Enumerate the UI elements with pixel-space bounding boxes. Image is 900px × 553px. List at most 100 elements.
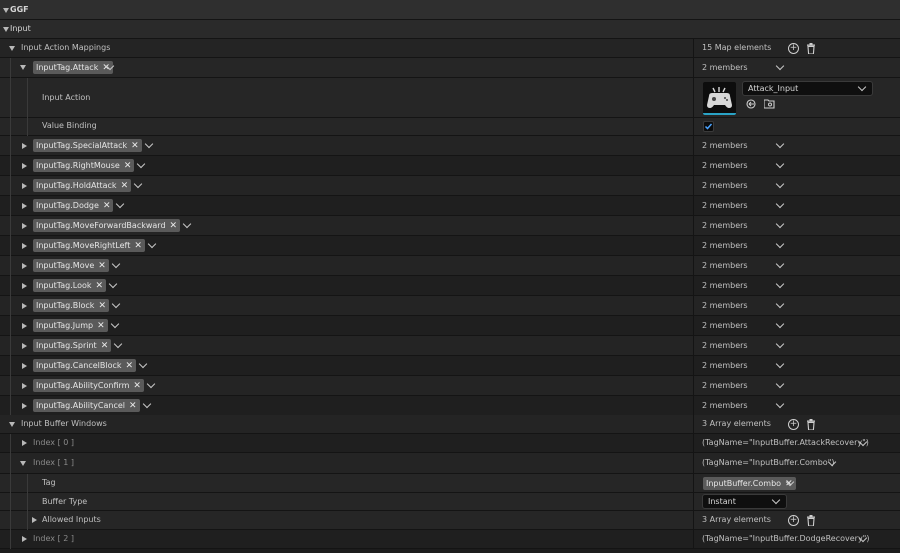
category-input[interactable]: Input [0,20,900,39]
tag-chip[interactable]: InputTag.Look ✕ [33,279,107,293]
close-icon[interactable]: ✕ [101,340,109,353]
chevron-down-icon[interactable] [775,279,785,289]
expand-arrow-icon[interactable] [9,46,15,51]
chevron-down-icon[interactable] [182,219,192,229]
chevron-down-icon[interactable] [775,139,785,149]
chevron-down-icon[interactable] [775,399,785,409]
chevron-down-icon[interactable] [775,319,785,329]
tag-chip[interactable]: InputTag.Attack ✕ [33,61,113,74]
collapse-arrow-icon[interactable] [3,27,9,32]
chevron-down-icon[interactable] [775,299,785,309]
tag-chip-label: InputTag.Sprint [36,341,97,350]
chevron-down-icon[interactable] [775,359,785,369]
buffer-type-select[interactable]: Instant [702,494,787,509]
tag-chip[interactable]: InputTag.AbilityConfirm ✕ [33,379,144,392]
add-icon[interactable]: + [788,515,799,526]
expand-arrow-icon[interactable] [22,303,27,309]
close-icon[interactable]: ✕ [124,160,132,173]
chevron-down-icon[interactable] [775,239,785,249]
expand-arrow-icon[interactable] [22,203,27,209]
array-count: 3 Array elements [702,419,771,428]
chevron-down-icon[interactable] [775,199,785,209]
tag-chip[interactable]: InputTag.Dodge ✕ [33,199,114,213]
tag-chip[interactable]: InputTag.AbilityCancel ✕ [33,399,140,412]
add-icon[interactable]: + [788,43,799,54]
close-icon[interactable]: ✕ [170,220,178,233]
chevron-down-icon[interactable] [142,399,152,409]
trash-icon[interactable] [806,43,816,54]
expand-arrow-icon[interactable] [9,422,15,427]
expand-arrow-icon[interactable] [20,65,26,70]
close-icon[interactable]: ✕ [98,260,106,273]
chevron-down-icon[interactable] [111,299,121,309]
close-icon[interactable]: ✕ [96,280,104,293]
expand-arrow-icon[interactable] [22,163,27,169]
tag-chip[interactable]: InputTag.MoveRightLeft ✕ [33,239,145,252]
chevron-down-icon[interactable] [138,359,148,369]
tag-chip[interactable]: InputTag.CancelBlock ✕ [33,359,137,373]
chevron-down-icon[interactable] [147,239,157,249]
expand-arrow-icon[interactable] [22,536,27,542]
chevron-down-icon[interactable] [775,61,785,71]
expand-arrow-icon[interactable] [22,263,27,269]
tag-chip[interactable]: InputTag.HoldAttack ✕ [33,179,132,193]
collapse-arrow-icon[interactable] [3,8,9,13]
tag-chip[interactable]: InputTag.Sprint ✕ [33,339,112,353]
tag-chip[interactable]: InputTag.Jump ✕ [33,319,108,332]
chevron-down-icon[interactable] [146,379,156,389]
chevron-down-icon[interactable] [775,259,785,269]
expand-arrow-icon[interactable] [32,517,37,523]
chevron-down-icon[interactable] [133,179,143,189]
close-icon[interactable]: ✕ [129,400,137,413]
close-icon[interactable]: ✕ [134,240,142,253]
chevron-down-icon[interactable] [775,179,785,189]
expand-arrow-icon[interactable] [20,461,26,466]
browse-icon[interactable] [764,99,775,109]
expand-arrow-icon[interactable] [22,403,27,409]
expand-arrow-icon[interactable] [22,243,27,249]
close-icon[interactable]: ✕ [121,180,129,193]
chevron-down-icon[interactable] [775,339,785,349]
chevron-down-icon[interactable] [775,219,785,229]
tag-chip[interactable]: InputTag.Move ✕ [33,259,109,272]
tag-chip[interactable]: InputTag.Block ✕ [33,299,109,312]
expand-arrow-icon[interactable] [22,323,27,329]
expand-arrow-icon[interactable] [22,440,27,446]
expand-arrow-icon[interactable] [22,283,27,289]
expand-arrow-icon[interactable] [22,343,27,349]
value-binding-checkbox[interactable] [703,121,714,132]
chevron-down-icon[interactable] [110,319,120,329]
chevron-down-icon[interactable] [775,159,785,169]
chevron-down-icon[interactable] [113,339,123,349]
add-icon[interactable]: + [788,419,799,430]
asset-thumbnail[interactable] [703,82,736,115]
tag-chip[interactable]: InputTag.MoveForwardBackward ✕ [33,219,181,233]
expand-arrow-icon[interactable] [22,183,27,189]
category-ggf[interactable]: GGF [0,0,900,20]
expand-arrow-icon[interactable] [22,383,27,389]
trash-icon[interactable] [806,419,816,430]
close-icon[interactable]: ✕ [126,360,134,373]
close-icon[interactable]: ✕ [98,300,106,313]
chevron-down-icon[interactable] [108,279,118,289]
use-selected-icon[interactable] [746,99,756,109]
expand-arrow-icon[interactable] [22,363,27,369]
close-icon[interactable]: ✕ [133,380,141,393]
tag-chip[interactable]: InputTag.SpecialAttack ✕ [33,139,142,152]
map-element-row: InputTag.Sprint ✕ 2 members [0,336,900,356]
expand-arrow-icon[interactable] [22,223,27,229]
asset-picker[interactable]: Attack_Input [742,81,873,96]
tag-chip[interactable]: InputTag.RightMouse ✕ [33,159,135,173]
chevron-down-icon[interactable] [775,379,785,389]
close-icon[interactable]: ✕ [131,140,139,153]
chevron-down-icon[interactable] [115,199,125,209]
buffer-tag-row: Tag InputBuffer.Combo ✕ [0,474,900,493]
close-icon[interactable]: ✕ [97,320,105,333]
trash-icon[interactable] [806,515,816,526]
tag-chip[interactable]: InputBuffer.Combo ✕ [703,477,796,490]
expand-arrow-icon[interactable] [22,143,27,149]
chevron-down-icon[interactable] [136,159,146,169]
chevron-down-icon[interactable] [111,259,121,269]
chevron-down-icon[interactable] [144,139,154,149]
close-icon[interactable]: ✕ [103,200,111,213]
